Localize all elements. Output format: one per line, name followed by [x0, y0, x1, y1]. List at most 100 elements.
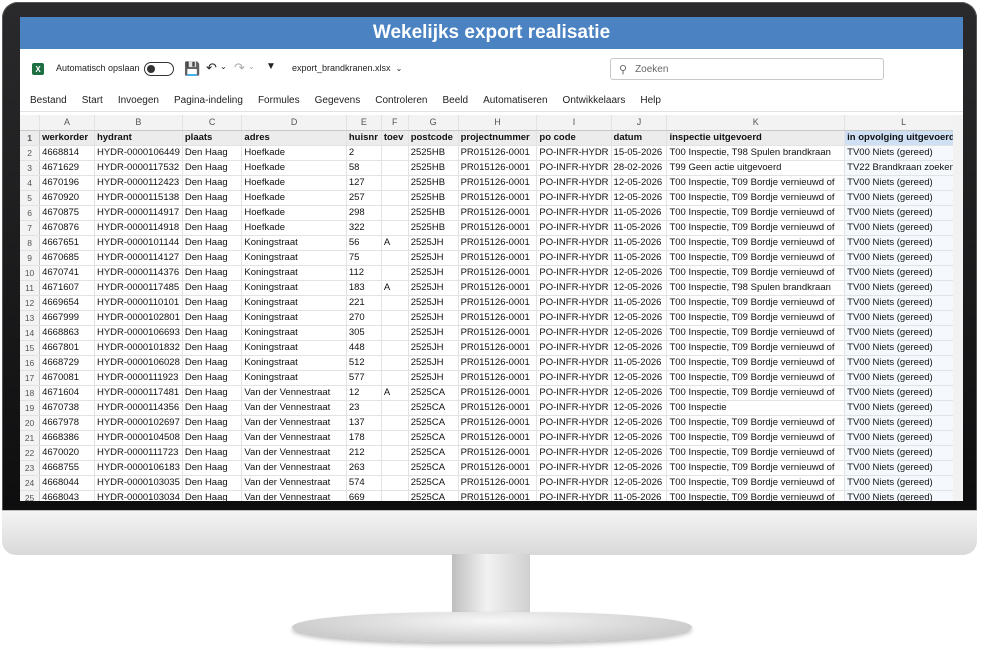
cell[interactable]: T00 Inspectie, T09 Bordje vernieuwd of — [666, 175, 846, 191]
cell[interactable]: Hoefkade — [241, 145, 347, 161]
cell[interactable]: 322 — [346, 220, 382, 236]
cell[interactable]: 4667978 — [39, 415, 95, 431]
cell[interactable]: plaats — [182, 130, 243, 146]
cell[interactable]: HYDR-0000117481 — [94, 385, 183, 401]
cell[interactable]: HYDR-0000114917 — [94, 205, 183, 221]
cell[interactable]: 2525JH — [408, 370, 459, 386]
row-number[interactable]: 21 — [20, 430, 41, 446]
cell[interactable]: 2525CA — [408, 490, 459, 501]
cell[interactable]: Den Haag — [182, 355, 243, 371]
cell[interactable]: T00 Inspectie, T09 Bordje vernieuwd of — [666, 430, 846, 446]
cell[interactable]: PR015126-0001 — [458, 325, 538, 341]
cell[interactable]: Den Haag — [182, 490, 243, 501]
cell[interactable]: 2525HB — [408, 175, 459, 191]
cell[interactable]: 28-02-2026 — [611, 160, 668, 176]
column-header-h[interactable]: H — [458, 115, 538, 131]
cell[interactable]: HYDR-0000114376 — [94, 265, 183, 281]
cell[interactable]: HYDR-0000104508 — [94, 430, 183, 446]
cell[interactable]: Den Haag — [182, 280, 243, 296]
cell[interactable]: 512 — [346, 355, 382, 371]
cell[interactable]: PO-INFR-HYDR — [536, 145, 612, 161]
cell[interactable] — [381, 490, 409, 501]
cell[interactable]: huisnr — [346, 130, 382, 146]
cell[interactable]: T00 Inspectie, T98 Spulen brandkraan — [666, 280, 846, 296]
cell[interactable]: Van der Vennestraat — [241, 430, 347, 446]
cell[interactable]: 12-05-2026 — [611, 280, 668, 296]
cell[interactable]: Van der Vennestraat — [241, 400, 347, 416]
cell[interactable]: Van der Vennestraat — [241, 460, 347, 476]
cell[interactable]: 2525CA — [408, 430, 459, 446]
cell[interactable]: HYDR-0000111923 — [94, 370, 183, 386]
cell[interactable]: 221 — [346, 295, 382, 311]
cell[interactable]: 127 — [346, 175, 382, 191]
cell[interactable]: HYDR-0000117485 — [94, 280, 183, 296]
cell[interactable]: 112 — [346, 265, 382, 281]
cell[interactable]: TV00 Niets (gereed) — [844, 325, 963, 341]
tab-help[interactable]: Help — [640, 95, 661, 106]
cell[interactable]: A — [381, 280, 409, 296]
cell[interactable]: TV00 Niets (gereed) — [844, 205, 963, 221]
cell[interactable]: 2525JH — [408, 295, 459, 311]
row-number[interactable]: 18 — [20, 385, 41, 401]
cell[interactable]: 574 — [346, 475, 382, 491]
cell[interactable]: PO-INFR-HYDR — [536, 355, 612, 371]
cell[interactable]: adres — [241, 130, 347, 146]
cell[interactable]: toev — [381, 130, 409, 146]
cell[interactable]: 137 — [346, 415, 382, 431]
cell[interactable]: postcode — [408, 130, 459, 146]
cell[interactable]: Den Haag — [182, 415, 243, 431]
cell[interactable]: PO-INFR-HYDR — [536, 400, 612, 416]
cell[interactable]: 12-05-2026 — [611, 475, 668, 491]
cell[interactable]: TV00 Niets (gereed) — [844, 280, 963, 296]
cell[interactable]: T00 Inspectie, T09 Bordje vernieuwd of — [666, 385, 846, 401]
cell[interactable]: HYDR-0000115138 — [94, 190, 183, 206]
cell[interactable] — [381, 295, 409, 311]
cell[interactable]: 4670196 — [39, 175, 95, 191]
column-header-e[interactable]: E — [346, 115, 382, 131]
cell[interactable]: 577 — [346, 370, 382, 386]
cell[interactable]: PR015126-0001 — [458, 160, 538, 176]
row-number[interactable]: 22 — [20, 445, 41, 461]
cell[interactable]: 2525HB — [408, 205, 459, 221]
column-header-a[interactable]: A — [39, 115, 95, 131]
cell[interactable]: Den Haag — [182, 145, 243, 161]
undo-dropdown-icon[interactable]: ⌄ — [220, 62, 227, 71]
cell[interactable]: 11-05-2026 — [611, 220, 668, 236]
cell[interactable]: 4670020 — [39, 445, 95, 461]
cell[interactable]: PR015126-0001 — [458, 295, 538, 311]
cell[interactable]: po code — [536, 130, 612, 146]
cell[interactable]: 12-05-2026 — [611, 370, 668, 386]
search-input[interactable]: ⚲ Zoeken — [610, 58, 884, 80]
row-number[interactable]: 17 — [20, 370, 41, 386]
cell[interactable]: PR015126-0001 — [458, 430, 538, 446]
cell[interactable]: T00 Inspectie, T09 Bordje vernieuwd of — [666, 250, 846, 266]
cell[interactable]: PR015126-0001 — [458, 250, 538, 266]
cell[interactable]: T00 Inspectie, T09 Bordje vernieuwd of — [666, 265, 846, 281]
tab-beeld[interactable]: Beeld — [442, 95, 468, 106]
cell[interactable]: 11-05-2026 — [611, 295, 668, 311]
cell[interactable]: HYDR-0000106183 — [94, 460, 183, 476]
cell[interactable]: 12-05-2026 — [611, 190, 668, 206]
cell[interactable]: 4668863 — [39, 325, 95, 341]
cell[interactable]: Den Haag — [182, 250, 243, 266]
cell[interactable]: T00 Inspectie, T09 Bordje vernieuwd of — [666, 235, 846, 251]
cell[interactable]: 75 — [346, 250, 382, 266]
tab-bestand[interactable]: Bestand — [30, 95, 67, 106]
cell[interactable]: TV00 Niets (gereed) — [844, 370, 963, 386]
cell[interactable] — [381, 370, 409, 386]
cell[interactable]: Van der Vennestraat — [241, 385, 347, 401]
cell[interactable]: TV00 Niets (gereed) — [844, 265, 963, 281]
cell[interactable]: 2525JH — [408, 250, 459, 266]
cell[interactable]: 58 — [346, 160, 382, 176]
cell[interactable]: 4668814 — [39, 145, 95, 161]
row-number[interactable]: 23 — [20, 460, 41, 476]
cell[interactable]: PO-INFR-HYDR — [536, 490, 612, 501]
cell[interactable] — [381, 175, 409, 191]
row-number[interactable]: 3 — [20, 160, 41, 176]
cell[interactable]: 4668386 — [39, 430, 95, 446]
cell[interactable]: 4668043 — [39, 490, 95, 501]
cell[interactable]: Koningstraat — [241, 325, 347, 341]
cell[interactable]: Den Haag — [182, 160, 243, 176]
cell[interactable]: HYDR-0000103035 — [94, 475, 183, 491]
redo-icon[interactable]: ↷ — [234, 60, 245, 76]
